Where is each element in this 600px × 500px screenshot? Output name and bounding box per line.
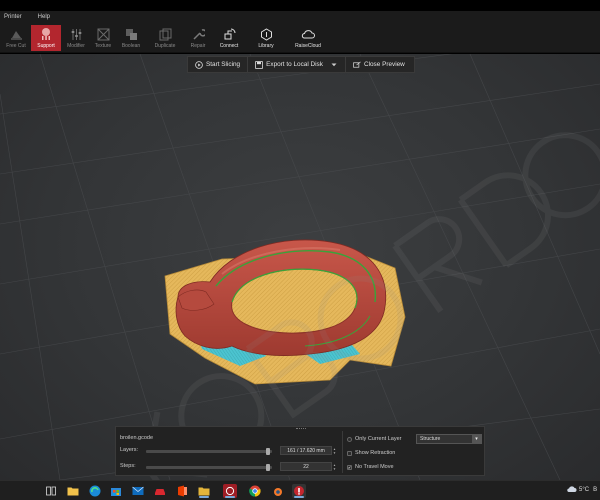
tool-label: Duplicate <box>154 43 176 49</box>
boolean-icon <box>124 27 138 41</box>
texture-icon <box>96 27 110 41</box>
blender-icon[interactable] <box>270 484 284 498</box>
layers-row: Layers: <box>120 447 146 453</box>
preview-action-bar: Start Slicing Export to Local Disk Close… <box>187 56 415 73</box>
start-slicing-button[interactable]: Start Slicing <box>188 57 247 72</box>
tool-duplicate[interactable]: Duplicate <box>150 25 180 51</box>
slice-preview-panel: broilen.gcode Layers: 161 / 17.620 mm ▲ ▼… <box>115 426 485 476</box>
layers-slider-track[interactable] <box>146 450 272 453</box>
repair-icon <box>191 27 205 41</box>
close-preview-label: Close Preview <box>363 61 405 68</box>
checkbox[interactable] <box>347 450 352 456</box>
view-mode-select[interactable]: Structure ▾ <box>416 434 482 444</box>
car-app-icon[interactable] <box>153 484 167 498</box>
menu-help[interactable]: Help <box>38 14 50 20</box>
steps-value-field[interactable]: 22 <box>280 462 332 471</box>
layers-spinner[interactable]: ▲ ▼ <box>332 446 337 455</box>
save-disk-icon <box>255 60 263 69</box>
no-travel-move-label: No Travel Move <box>355 464 394 470</box>
steps-label: Steps: <box>120 463 136 469</box>
export-label: Export to Local Disk <box>266 61 323 68</box>
steps-slider-track[interactable] <box>146 466 272 469</box>
tool-modifier[interactable]: Modifier <box>63 25 89 51</box>
tool-label: RaiseCloud <box>295 43 321 49</box>
windows-taskbar: 5°C B <box>0 480 600 500</box>
tool-label: Modifier <box>67 43 85 49</box>
ideamaker-icon[interactable] <box>223 484 237 498</box>
free-cut-icon <box>9 27 23 41</box>
connect-icon <box>222 27 236 41</box>
layers-value-field[interactable]: 161 / 17.620 mm <box>280 446 332 455</box>
mail-icon[interactable] <box>131 484 145 498</box>
chrome-icon[interactable] <box>248 484 262 498</box>
tool-label: Repair <box>190 43 206 49</box>
temperature-text: 5°C <box>579 487 590 493</box>
radio-button[interactable] <box>347 436 352 442</box>
close-preview-button[interactable]: Close Preview <box>344 57 412 72</box>
show-retraction-option[interactable]: Show Retraction <box>347 450 395 456</box>
chevron-down-icon[interactable] <box>330 61 338 69</box>
tool-repair[interactable]: Repair <box>185 25 211 51</box>
tool-boolean[interactable]: Boolean <box>118 25 144 51</box>
steps-row: Steps: <box>120 463 146 469</box>
office-icon[interactable] <box>175 484 189 498</box>
tool-label: Boolean <box>121 43 141 49</box>
export-to-local-disk-button[interactable]: Export to Local Disk <box>247 57 345 72</box>
cloud-icon <box>566 485 577 495</box>
layers-slider-thumb[interactable] <box>266 448 271 455</box>
menu-bar: Printer Help <box>0 11 600 23</box>
file-explorer-icon[interactable] <box>66 484 80 498</box>
tool-texture[interactable]: Texture <box>90 25 116 51</box>
duplicate-icon <box>158 27 172 41</box>
tool-library[interactable]: Library <box>253 25 279 51</box>
active-indicator <box>225 496 235 498</box>
layers-label: Layers: <box>120 447 139 453</box>
task-view-icon[interactable] <box>44 484 58 498</box>
tool-raisecloud[interactable]: RaiseCloud <box>293 25 323 51</box>
gcode-filename: broilen.gcode <box>120 435 154 441</box>
steps-slider-thumb[interactable] <box>266 464 271 471</box>
active-indicator <box>294 496 304 498</box>
folder-icon[interactable] <box>197 484 211 498</box>
panel-divider <box>342 431 343 473</box>
3d-viewport[interactable] <box>0 54 600 480</box>
sliced-model-preview <box>164 239 406 385</box>
play-icon <box>195 60 203 69</box>
support-icon <box>39 27 53 41</box>
tool-label: Texture <box>94 43 112 49</box>
weather-suffix-text: B <box>593 487 598 493</box>
only-current-layer-label: Only Current Layer <box>355 436 402 442</box>
drag-handle[interactable] <box>296 428 306 430</box>
checkbox-checked[interactable]: ✔ <box>347 464 352 470</box>
modifier-icon <box>69 27 83 41</box>
cloud-icon <box>301 27 315 41</box>
start-slicing-label: Start Slicing <box>206 61 241 68</box>
edge-browser-icon[interactable] <box>88 484 102 498</box>
library-icon <box>259 27 273 41</box>
tool-label: Library <box>258 43 274 49</box>
raise3d-app-icon[interactable] <box>292 484 306 498</box>
tool-label: Connect <box>219 43 239 49</box>
weather-widget[interactable]: 5°C B <box>566 485 597 495</box>
show-retraction-label: Show Retraction <box>355 450 396 456</box>
no-travel-move-option[interactable]: ✔ No Travel Move <box>347 464 394 470</box>
tool-label: Free Cut <box>6 43 26 49</box>
close-preview-icon <box>353 61 361 69</box>
view-mode-value: Structure <box>420 436 441 442</box>
tool-connect[interactable]: Connect <box>216 25 242 51</box>
store-icon[interactable] <box>109 484 123 498</box>
chevron-down-icon: ▾ <box>472 435 481 443</box>
tool-support[interactable]: Support <box>31 25 61 51</box>
only-current-layer-option[interactable]: Only Current Layer <box>347 436 401 442</box>
tool-label: Support <box>37 43 55 49</box>
active-indicator <box>199 496 209 498</box>
toolbar: Free Cut Support Modifier Texture Boolea… <box>0 23 600 53</box>
top-strip <box>0 0 600 11</box>
tool-free-cut[interactable]: Free Cut <box>3 25 29 51</box>
steps-spinner[interactable]: ▲ ▼ <box>332 462 337 471</box>
menu-printer[interactable]: Printer <box>4 14 22 20</box>
